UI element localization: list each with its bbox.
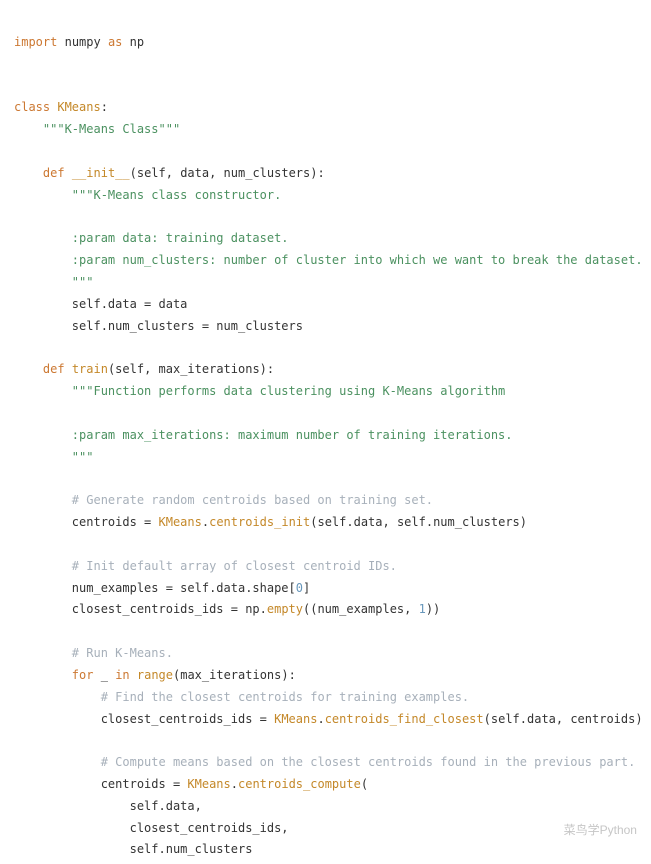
method-call: centroids_compute — [238, 777, 361, 791]
docstring: """ — [72, 275, 94, 289]
docstring: """Function performs data clustering usi… — [72, 384, 505, 398]
line: num_examples = self.data.shape[0] — [14, 581, 310, 595]
docstring: :param data: training dataset. — [72, 231, 289, 245]
func-name: train — [72, 362, 108, 376]
docstring: :param max_iterations: maximum number of… — [72, 428, 513, 442]
docstring: """K-Means class constructor. — [72, 188, 282, 202]
line: # Run K-Means. — [14, 646, 173, 660]
docstring: """K-Means Class""" — [43, 122, 180, 136]
keyword-in: in — [115, 668, 129, 682]
class-ref: KMeans — [159, 515, 202, 529]
line: import numpy as np — [14, 35, 144, 49]
docstring: :param num_clusters: number of cluster i… — [72, 253, 643, 267]
line: # Generate random centroids based on tra… — [14, 493, 433, 507]
line: """K-Means Class""" — [14, 122, 180, 136]
line: """K-Means class constructor. — [14, 188, 281, 202]
line: """ — [14, 275, 93, 289]
code-block: import numpy as np class KMeans: """K-Me… — [0, 0, 651, 864]
line: closest_centroids_ids, — [14, 821, 289, 835]
line: :param max_iterations: maximum number of… — [14, 428, 513, 442]
line: def train(self, max_iterations): — [14, 362, 274, 376]
docstring: """ — [72, 450, 94, 464]
watermark: 菜鸟学Python — [542, 820, 637, 842]
method-call: empty — [267, 602, 303, 616]
line: closest_centroids_ids = KMeans.centroids… — [14, 712, 643, 726]
line: # Find the closest centroids for trainin… — [14, 690, 469, 704]
line: for _ in range(max_iterations): — [14, 668, 296, 682]
method-call: centroids_init — [209, 515, 310, 529]
watermark-text: 菜鸟学Python — [564, 820, 637, 842]
line: class KMeans: — [14, 100, 108, 114]
class-ref: KMeans — [274, 712, 317, 726]
line: centroids = KMeans.centroids_init(self.d… — [14, 515, 527, 529]
comment: # Run K-Means. — [72, 646, 173, 660]
line: # Compute means based on the closest cen… — [14, 755, 635, 769]
comment: # Init default array of closest centroid… — [72, 559, 397, 573]
comment: # Compute means based on the closest cen… — [101, 755, 636, 769]
number: 1 — [419, 602, 426, 616]
line: def __init__(self, data, num_clusters): — [14, 166, 325, 180]
wechat-icon — [542, 824, 558, 838]
keyword-import: import — [14, 35, 57, 49]
comment: # Generate random centroids based on tra… — [72, 493, 433, 507]
func-name: __init__ — [72, 166, 130, 180]
class-name: KMeans — [57, 100, 100, 114]
keyword-class: class — [14, 100, 50, 114]
class-ref: KMeans — [187, 777, 230, 791]
comment: # Find the closest centroids for trainin… — [101, 690, 469, 704]
keyword-for: for — [72, 668, 94, 682]
line: closest_centroids_ids = np.empty((num_ex… — [14, 602, 440, 616]
line: self.num_clusters — [14, 842, 252, 856]
line: """ — [14, 450, 93, 464]
keyword-def: def — [43, 362, 65, 376]
builtin-range: range — [137, 668, 173, 682]
line: centroids = KMeans.centroids_compute( — [14, 777, 368, 791]
method-call: centroids_find_closest — [325, 712, 484, 726]
keyword-def: def — [43, 166, 65, 180]
line: :param data: training dataset. — [14, 231, 289, 245]
line: # Init default array of closest centroid… — [14, 559, 397, 573]
line: :param num_clusters: number of cluster i… — [14, 253, 643, 267]
keyword-as: as — [108, 35, 122, 49]
line: self.data = data — [14, 297, 187, 311]
line: self.data, — [14, 799, 202, 813]
line: self.num_clusters = num_clusters — [14, 319, 303, 333]
line: """Function performs data clustering usi… — [14, 384, 505, 398]
number: 0 — [296, 581, 303, 595]
